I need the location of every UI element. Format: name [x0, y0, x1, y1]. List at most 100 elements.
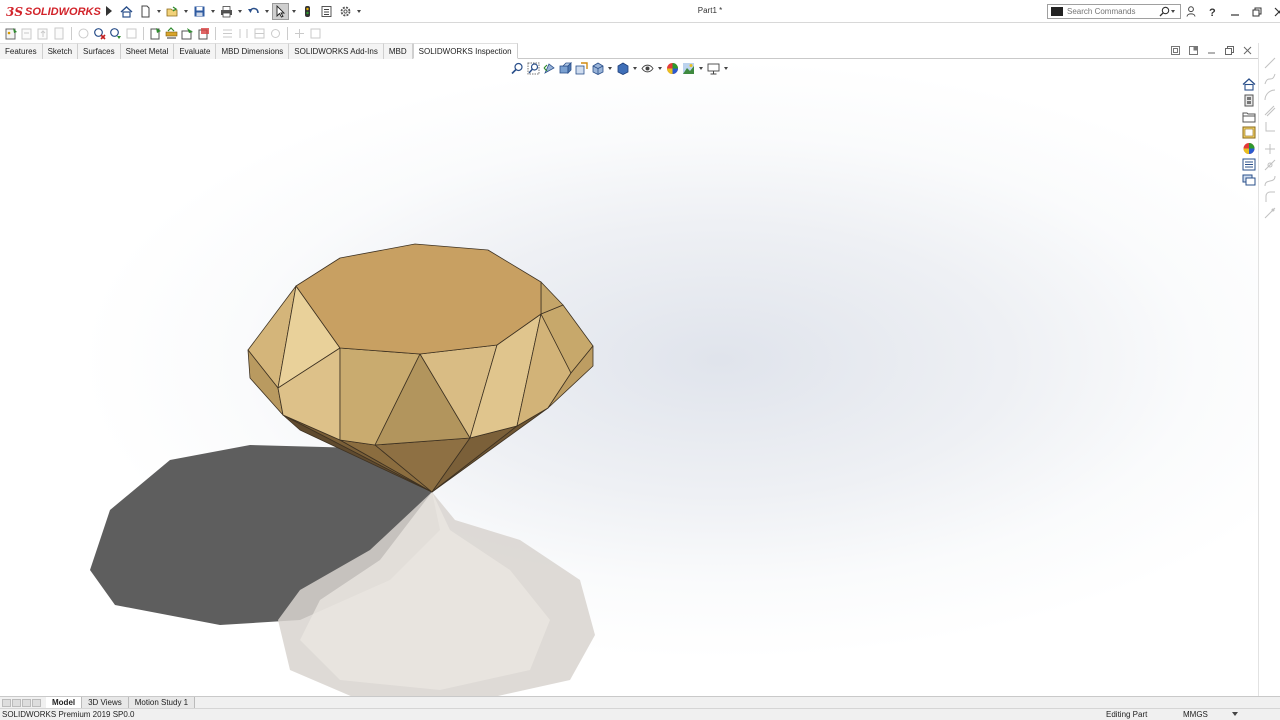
design-library-icon[interactable]	[1242, 94, 1256, 107]
balloon-position-icon[interactable]	[293, 27, 306, 40]
tab-solidworks-add-ins[interactable]: SOLIDWORKS Add-Ins	[289, 43, 384, 59]
print-dropdown-icon[interactable]	[237, 3, 243, 20]
doc-restore-icon[interactable]	[1224, 46, 1234, 56]
balloon-settings-icon[interactable]	[181, 27, 194, 40]
doc-close-icon[interactable]	[1242, 46, 1252, 56]
create-inspection-project-icon[interactable]	[5, 27, 18, 40]
zoom-to-area-icon[interactable]	[527, 62, 540, 75]
tab-surfaces[interactable]: Surfaces	[78, 43, 121, 59]
display-style-dropdown-icon[interactable]	[632, 60, 638, 77]
sketch-curve-icon[interactable]	[1264, 175, 1276, 187]
update-project-icon[interactable]	[149, 27, 162, 40]
export-report-icon[interactable]	[53, 27, 66, 40]
new-document-icon[interactable]	[137, 3, 154, 20]
hide-balloons-icon[interactable]	[269, 27, 282, 40]
add-balloon-icon[interactable]	[77, 27, 90, 40]
unit-system[interactable]: MMGS	[1183, 710, 1208, 719]
undo-dropdown-icon[interactable]	[264, 3, 270, 20]
split-view-icon[interactable]	[1188, 46, 1198, 56]
delete-balloon-icon[interactable]	[93, 27, 106, 40]
extract-tolerances-icon[interactable]	[221, 27, 234, 40]
view-settings-icon[interactable]	[707, 62, 720, 75]
home-icon[interactable]	[118, 3, 135, 20]
minimize-icon[interactable]	[1229, 5, 1241, 19]
graphics-area[interactable]: y x	[0, 60, 1258, 696]
open-dropdown-icon[interactable]	[183, 3, 189, 20]
scroll-first-icon[interactable]	[2, 699, 11, 707]
sketch-arc-icon[interactable]	[1264, 89, 1276, 101]
edit-inspection-project-icon[interactable]	[21, 27, 34, 40]
grid-settings-icon[interactable]	[165, 26, 178, 40]
apply-scene-dropdown-icon[interactable]	[698, 60, 704, 77]
appearances-icon[interactable]	[1242, 142, 1256, 155]
section-view-icon[interactable]	[559, 62, 572, 75]
solidworks-logo[interactable]: 3S SOLIDWORKS	[6, 4, 101, 19]
solidworks-forum-icon[interactable]	[1242, 174, 1256, 187]
select-icon[interactable]	[272, 3, 289, 20]
options-icon[interactable]	[337, 3, 354, 20]
tile-view-icon[interactable]	[1170, 46, 1180, 56]
bill-of-characteristics-icon[interactable]	[309, 27, 322, 40]
view-settings-dropdown-icon[interactable]	[723, 60, 729, 77]
search-icon[interactable]	[1159, 6, 1170, 17]
open-icon[interactable]	[164, 3, 181, 20]
scroll-next-icon[interactable]	[22, 699, 31, 707]
search-input[interactable]	[1067, 7, 1159, 16]
select-dropdown-icon[interactable]	[291, 3, 297, 20]
tab-sketch[interactable]: Sketch	[42, 43, 79, 59]
zoom-to-fit-icon[interactable]	[511, 62, 524, 75]
solidworks-resources-icon[interactable]	[1242, 78, 1256, 91]
file-explorer-icon[interactable]	[1242, 110, 1256, 123]
sketch-offset-icon[interactable]	[1264, 105, 1276, 117]
tab-features[interactable]: Features	[0, 43, 43, 59]
restore-icon[interactable]	[1251, 5, 1263, 19]
sketch-extend-icon[interactable]	[1264, 159, 1276, 171]
sketch-fillet-icon[interactable]	[1264, 191, 1276, 203]
sketch-corner-icon[interactable]	[1264, 121, 1276, 133]
search-dropdown-icon[interactable]	[1170, 3, 1176, 20]
show-balloons-icon[interactable]	[253, 27, 266, 40]
tab-evaluate[interactable]: Evaluate	[174, 43, 217, 59]
dynamic-annotation-icon[interactable]	[575, 62, 588, 75]
sketch-trim-icon[interactable]	[1264, 143, 1276, 155]
publish-to-inspection-icon[interactable]	[37, 27, 50, 40]
apply-scene-icon[interactable]	[682, 62, 695, 75]
menu-expand-arrow-icon[interactable]	[106, 6, 112, 16]
tab-mbd[interactable]: MBD	[383, 43, 413, 59]
hide-show-dropdown-icon[interactable]	[657, 60, 663, 77]
previous-view-icon[interactable]	[543, 62, 556, 75]
close-icon[interactable]	[1273, 5, 1280, 19]
options-dropdown-icon[interactable]	[356, 3, 362, 20]
help-icon[interactable]: ?	[1207, 5, 1219, 19]
sketch-line-icon[interactable]	[1264, 57, 1276, 69]
new-dropdown-icon[interactable]	[156, 3, 162, 20]
characteristic-icon[interactable]	[125, 27, 138, 40]
sketch-point-icon[interactable]	[1264, 207, 1276, 219]
save-dropdown-icon[interactable]	[210, 3, 216, 20]
tab-sheet-metal[interactable]: Sheet Metal	[120, 43, 175, 59]
search-commands-box[interactable]	[1047, 4, 1181, 19]
file-properties-icon[interactable]	[318, 3, 335, 20]
inspection-options-icon[interactable]	[197, 27, 210, 40]
sketch-spline-icon[interactable]	[1264, 73, 1276, 85]
undo-icon[interactable]	[245, 3, 262, 20]
scroll-last-icon[interactable]	[32, 699, 41, 707]
rebuild-icon[interactable]	[299, 3, 316, 20]
save-icon[interactable]	[191, 3, 208, 20]
print-icon[interactable]	[218, 3, 235, 20]
user-account-icon[interactable]	[1185, 5, 1197, 19]
view-palette-icon[interactable]	[1242, 126, 1256, 139]
tab-mbd-dimensions[interactable]: MBD Dimensions	[216, 43, 290, 59]
hide-show-items-icon[interactable]	[641, 62, 654, 75]
view-orientation-dropdown-icon[interactable]	[607, 60, 613, 77]
display-style-icon[interactable]	[616, 62, 629, 75]
unit-system-dropdown-icon[interactable]	[1232, 712, 1238, 716]
doc-minimize-icon[interactable]	[1206, 46, 1216, 56]
edit-appearance-icon[interactable]	[666, 62, 679, 75]
scroll-prev-icon[interactable]	[12, 699, 21, 707]
sort-characteristics-icon[interactable]	[237, 27, 250, 40]
custom-properties-icon[interactable]	[1242, 158, 1256, 171]
view-orientation-icon[interactable]	[591, 62, 604, 75]
tab-solidworks-inspection[interactable]: SOLIDWORKS Inspection	[412, 43, 518, 59]
model-view[interactable]	[0, 60, 1258, 696]
